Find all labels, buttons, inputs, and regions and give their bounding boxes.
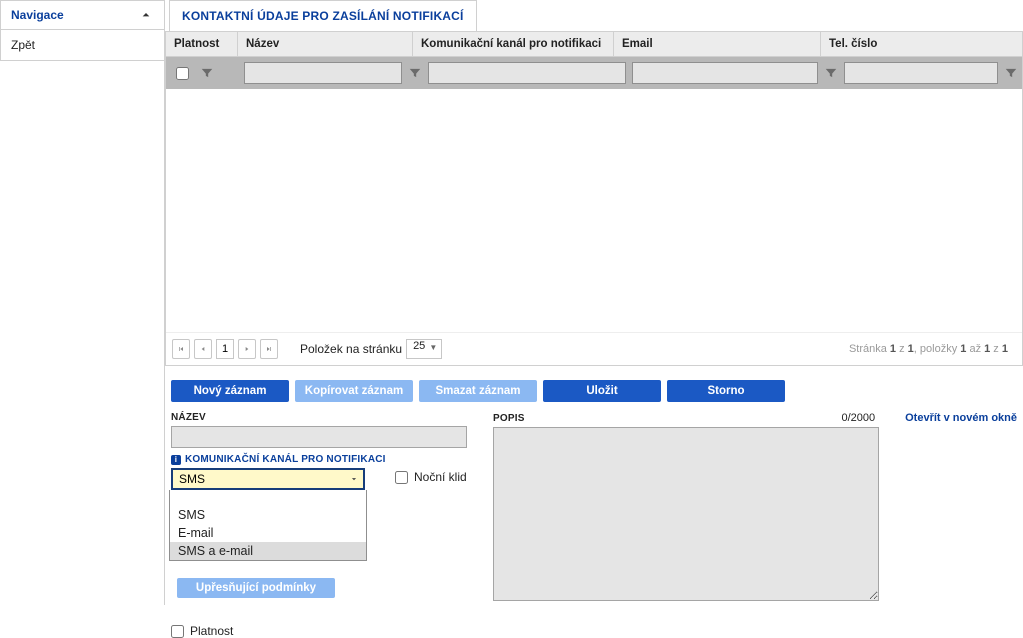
table-header-row: Platnost Název Komunikační kanál pro not… bbox=[166, 32, 1022, 57]
select-all-checkbox[interactable] bbox=[176, 67, 189, 80]
filter-tel[interactable] bbox=[844, 62, 998, 84]
filter-nazev[interactable] bbox=[244, 62, 402, 84]
kanal-dropdown: SMS E-mail SMS a e-mail bbox=[169, 490, 367, 561]
per-page-value: 25 bbox=[413, 340, 425, 352]
combobox-toggle[interactable] bbox=[345, 470, 363, 488]
platnost-checkbox[interactable] bbox=[171, 625, 184, 638]
th-tel[interactable]: Tel. číslo bbox=[821, 32, 1022, 56]
nav-title: Navigace bbox=[11, 8, 64, 22]
kanal-label: i KOMUNIKAČNÍ KANÁL PRO NOTIFIKACI bbox=[171, 454, 471, 465]
popis-label: POPIS bbox=[493, 413, 525, 424]
pager-prev-button[interactable] bbox=[194, 339, 212, 359]
filter-icon[interactable] bbox=[824, 66, 838, 80]
chevron-down-icon bbox=[349, 474, 359, 484]
save-button[interactable]: Uložit bbox=[543, 380, 661, 402]
option-sms[interactable]: SMS bbox=[170, 506, 366, 524]
nocni-klid-checkbox[interactable] bbox=[395, 471, 408, 484]
kanal-combobox[interactable] bbox=[171, 468, 365, 490]
filter-kanal[interactable] bbox=[428, 62, 626, 84]
chevron-up-icon bbox=[138, 7, 154, 23]
nav-back[interactable]: Zpět bbox=[0, 30, 164, 61]
option-email[interactable]: E-mail bbox=[170, 524, 366, 542]
th-kanal[interactable]: Komunikační kanál pro notifikaci bbox=[413, 32, 614, 56]
nav-header[interactable]: Navigace bbox=[0, 0, 164, 30]
copy-record-button[interactable]: Kopírovat záznam bbox=[295, 380, 413, 402]
popis-textarea[interactable] bbox=[493, 427, 879, 601]
tab-title: KONTAKTNÍ ÚDAJE PRO ZASÍLÁNÍ NOTIFIKACÍ bbox=[182, 9, 464, 23]
filter-icon[interactable] bbox=[200, 66, 214, 80]
filter-icon[interactable] bbox=[408, 66, 422, 80]
info-icon: i bbox=[171, 455, 181, 465]
nocni-klid-label: Noční klid bbox=[414, 470, 467, 484]
pager-first-button[interactable] bbox=[172, 339, 190, 359]
table-body-empty bbox=[166, 89, 1022, 332]
pager-last-button[interactable] bbox=[260, 339, 278, 359]
open-new-window-link[interactable]: Otevřít v novém okně bbox=[905, 412, 1017, 424]
popis-counter: 0/2000 bbox=[841, 412, 875, 424]
upresnujici-button[interactable]: Upřesňující podmínky bbox=[177, 578, 335, 598]
pager-next-button[interactable] bbox=[238, 339, 256, 359]
per-page-label: Položek na stránku bbox=[300, 342, 402, 356]
nav-back-label: Zpět bbox=[11, 38, 35, 52]
delete-record-button[interactable]: Smazat záznam bbox=[419, 380, 537, 402]
th-nazev[interactable]: Název bbox=[238, 32, 413, 56]
filter-email[interactable] bbox=[632, 62, 818, 84]
tab-contacts[interactable]: KONTAKTNÍ ÚDAJE PRO ZASÍLÁNÍ NOTIFIKACÍ bbox=[169, 0, 477, 31]
pager-info: Stránka 1 z 1, položky 1 až 1 z 1 bbox=[849, 343, 1016, 355]
th-email[interactable]: Email bbox=[614, 32, 821, 56]
nazev-input[interactable] bbox=[171, 426, 467, 448]
pager-page-input[interactable] bbox=[216, 339, 234, 359]
new-record-button[interactable]: Nový záznam bbox=[171, 380, 289, 402]
per-page-select[interactable]: 25 bbox=[406, 339, 442, 359]
cancel-button[interactable]: Storno bbox=[667, 380, 785, 402]
platnost-label: Platnost bbox=[190, 624, 233, 638]
filter-icon[interactable] bbox=[1004, 66, 1018, 80]
nazev-label: NÁZEV bbox=[171, 412, 471, 423]
filter-row bbox=[166, 57, 1022, 89]
option-sms-email[interactable]: SMS a e-mail bbox=[170, 542, 366, 560]
th-platnost[interactable]: Platnost bbox=[166, 32, 238, 56]
